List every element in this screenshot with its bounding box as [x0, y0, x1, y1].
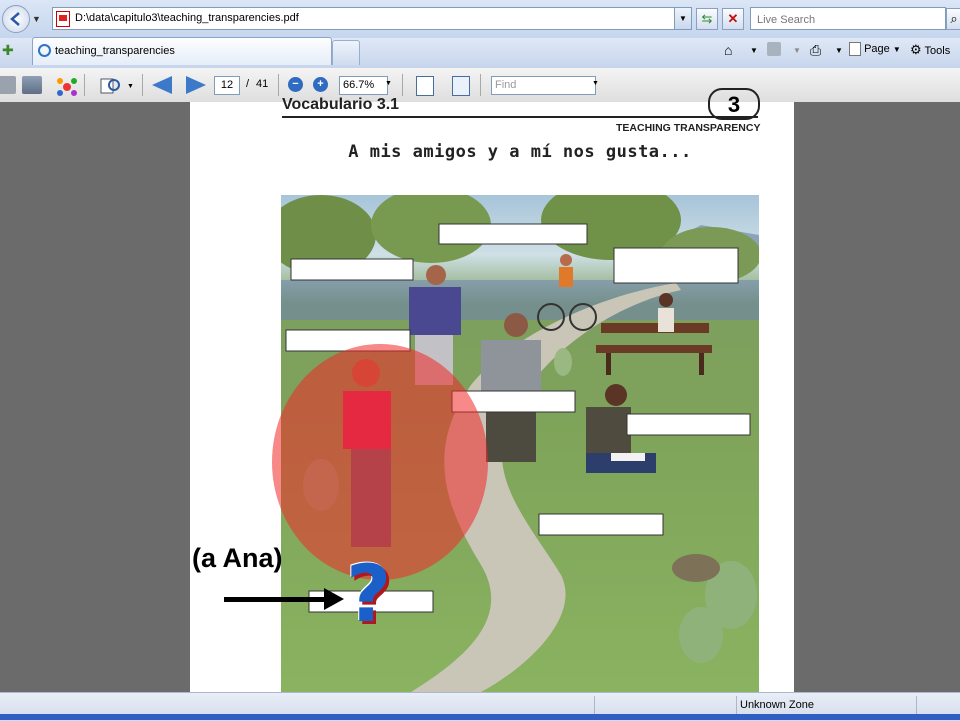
status-divider: [594, 696, 595, 716]
windows-taskbar: [0, 714, 960, 720]
back-button[interactable]: [2, 5, 30, 33]
annotation-name-label: (a Ana): [192, 543, 283, 573]
toolbar-divider: [480, 74, 481, 96]
save-icon[interactable]: [22, 76, 42, 94]
address-field[interactable]: D:\data\capitulo3\teaching_transparencie…: [52, 7, 692, 30]
zoom-dropdown-icon[interactable]: ▼: [385, 80, 392, 87]
search-dropdown-icon[interactable]: ▼: [127, 83, 134, 90]
print-dropdown-icon[interactable]: ▼: [835, 46, 843, 55]
feeds-dropdown-icon: ▼: [793, 46, 801, 55]
transparency-label: TEACHING TRANSPARENCY: [616, 122, 761, 134]
feeds-icon[interactable]: [767, 42, 781, 56]
tab-teaching-transparencies[interactable]: teaching_transparencies: [32, 37, 332, 65]
page-menu[interactable]: Page ▼: [849, 42, 901, 56]
search-document-icon[interactable]: [100, 76, 120, 94]
new-tab-button[interactable]: [332, 40, 360, 65]
pdf-page: Vocabulario 3.1 3 TEACHING TRANSPARENCY …: [190, 88, 794, 692]
toolbar-divider: [142, 74, 143, 96]
magnifier-icon: [100, 78, 120, 94]
page-separator: /: [246, 78, 250, 90]
total-pages: 41: [256, 78, 269, 90]
chapter-number-badge: 3: [708, 88, 760, 120]
refresh-icon: ⇆: [701, 11, 713, 26]
arrow-head-icon: [324, 588, 344, 610]
zoom-out-icon[interactable]: −: [288, 77, 303, 92]
stop-button[interactable]: ✕: [722, 8, 744, 30]
zoom-level-field[interactable]: 66.7%: [339, 76, 388, 95]
address-bar-row: ▼ D:\data\capitulo3\teaching_transparenc…: [0, 0, 960, 39]
pdf-toolbar: ▼ 12 / 41 − + 66.7% ▼ Find ▼: [0, 68, 960, 103]
address-dropdown-icon[interactable]: ▼: [674, 8, 691, 29]
toolbar-divider: [278, 74, 279, 96]
status-divider: [736, 696, 737, 716]
zoom-in-icon[interactable]: +: [313, 77, 328, 92]
toolbar-divider: [402, 74, 403, 96]
header-rule: [282, 116, 758, 118]
status-divider: [916, 696, 917, 716]
home-dropdown-icon[interactable]: ▼: [750, 46, 758, 55]
fit-page-icon[interactable]: [452, 76, 470, 96]
previous-page-icon[interactable]: [152, 76, 172, 94]
print-icon[interactable]: ⎙: [810, 42, 821, 59]
page-number-input[interactable]: 12: [214, 76, 240, 95]
refresh-button[interactable]: ⇆: [696, 8, 718, 30]
star-multicolor-icon: [57, 78, 77, 96]
stop-icon: ✕: [727, 11, 739, 26]
pdf-file-icon: [56, 11, 70, 27]
question-mark-icon: ?: [346, 550, 392, 640]
find-field[interactable]: Find: [491, 76, 596, 95]
find-dropdown-icon[interactable]: ▼: [592, 80, 599, 87]
favorites-star-icon[interactable]: ✚: [2, 42, 14, 59]
address-url: D:\data\capitulo3\teaching_transparencie…: [75, 12, 299, 24]
section-title: Vocabulario 3.1: [282, 96, 400, 113]
live-search-box[interactable]: [750, 7, 946, 30]
tools-menu-label: Tools: [924, 45, 951, 57]
open-icon[interactable]: [0, 76, 16, 94]
toolbar-divider: [84, 74, 85, 96]
arrow-shaft: [224, 597, 330, 602]
fit-width-icon[interactable]: [416, 76, 434, 96]
page-icon: [849, 42, 861, 56]
page-dropdown-icon: ▼: [892, 44, 901, 54]
back-arrow-icon: [10, 12, 20, 26]
history-dropdown-icon[interactable]: ▼: [32, 14, 41, 24]
search-go-button[interactable]: ⌕: [946, 8, 960, 30]
search-icon: ⌕: [950, 11, 958, 26]
tools-menu[interactable]: ⚙ Tools: [910, 42, 950, 58]
next-page-icon[interactable]: [186, 76, 206, 94]
page-subtitle: A mis amigos y a mí nos gusta...: [348, 142, 692, 162]
security-zone-label: Unknown Zone: [740, 699, 814, 711]
collaborate-icon[interactable]: [56, 76, 77, 96]
gear-icon: ⚙: [910, 42, 922, 57]
tab-label: teaching_transparencies: [55, 45, 175, 57]
ie-page-icon: [38, 44, 51, 57]
highlight-circle: [272, 344, 488, 580]
search-input[interactable]: [755, 10, 939, 29]
page-menu-label: Page: [864, 42, 890, 55]
home-icon[interactable]: ⌂: [724, 42, 732, 58]
